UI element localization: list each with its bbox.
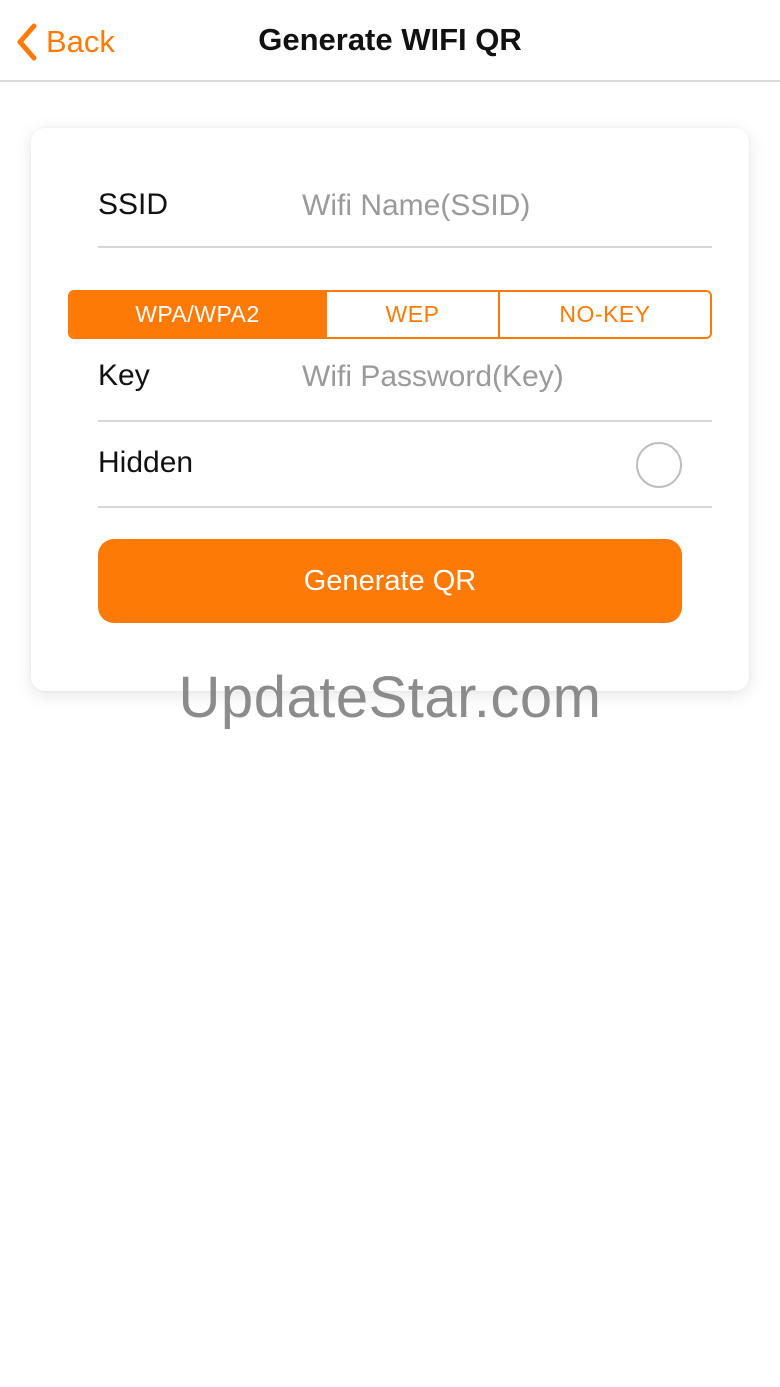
ssid-input[interactable] — [302, 186, 702, 226]
security-option-wpa[interactable]: WPA/WPA2 — [70, 292, 325, 337]
hidden-toggle[interactable] — [636, 442, 682, 488]
page-title: Generate WIFI QR — [258, 22, 522, 57]
watermark-text: UpdateStar.com — [178, 665, 602, 730]
key-row: Key — [98, 339, 712, 422]
generate-qr-button[interactable]: Generate QR — [98, 539, 682, 623]
key-input[interactable] — [302, 357, 702, 397]
security-type-selector: WPA/WPA2 WEP NO-KEY — [68, 290, 712, 339]
security-option-wep[interactable]: WEP — [325, 292, 498, 337]
hidden-label: Hidden — [98, 446, 194, 479]
key-label: Key — [98, 359, 150, 392]
navigation-bar: Back Generate WIFI QR — [0, 0, 780, 82]
wifi-form-card: SSID WPA/WPA2 WEP NO-KEY Key Hidden Gene… — [31, 128, 749, 691]
ssid-row: SSID — [98, 166, 712, 248]
security-option-no-key[interactable]: NO-KEY — [498, 292, 710, 337]
hidden-row: Hidden — [98, 422, 712, 508]
ssid-label: SSID — [98, 188, 169, 221]
